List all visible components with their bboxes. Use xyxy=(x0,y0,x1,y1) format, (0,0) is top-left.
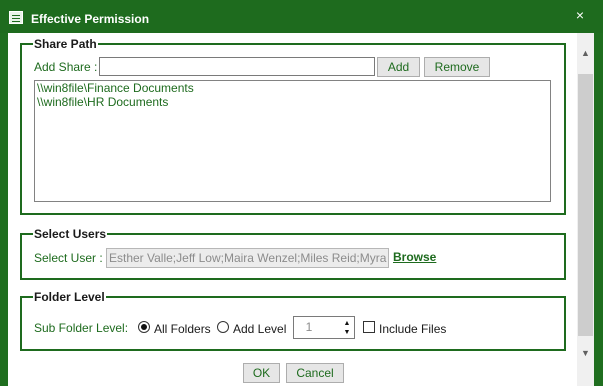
stepper-down-icon[interactable]: ▼ xyxy=(341,328,353,337)
all-folders-label[interactable]: All Folders xyxy=(154,322,211,336)
window-title: Effective Permission xyxy=(31,12,150,26)
remove-button[interactable]: Remove xyxy=(424,57,490,77)
share-path-list[interactable]: \\win8file\Finance Documents \\win8file\… xyxy=(34,80,551,202)
add-share-label: Add Share : xyxy=(34,60,98,74)
ok-button[interactable]: OK xyxy=(243,363,280,383)
include-files-label[interactable]: Include Files xyxy=(379,322,446,336)
all-folders-radio[interactable] xyxy=(138,321,150,333)
stepper-up-icon[interactable]: ▲ xyxy=(341,319,353,328)
users-field: Esther Valle;Jeff Low;Maira Wenzel;Miles… xyxy=(106,248,389,268)
level-stepper[interactable]: 1 ▲ ▼ xyxy=(293,316,355,339)
select-users-legend: Select Users xyxy=(33,227,108,241)
scroll-up-icon[interactable]: ▲ xyxy=(577,45,594,62)
dialog-body: Share Path Add Share : Add Remove \\win8… xyxy=(8,33,594,386)
list-item[interactable]: \\win8file\HR Documents xyxy=(35,95,550,109)
level-value[interactable]: 1 xyxy=(294,317,324,338)
browse-link[interactable]: Browse xyxy=(393,250,436,264)
app-form-icon xyxy=(9,11,23,24)
add-level-radio[interactable] xyxy=(217,321,229,333)
vertical-scrollbar[interactable]: ▲ ▼ xyxy=(577,33,594,386)
scroll-down-icon[interactable]: ▼ xyxy=(577,345,594,362)
share-path-legend: Share Path xyxy=(33,37,98,51)
cancel-button[interactable]: Cancel xyxy=(286,363,344,383)
sub-folder-level-label: Sub Folder Level: xyxy=(34,321,129,335)
select-user-label: Select User : xyxy=(34,251,103,265)
folder-level-legend: Folder Level xyxy=(33,290,106,304)
include-files-checkbox[interactable] xyxy=(363,321,375,333)
scrollbar-thumb[interactable] xyxy=(578,74,593,336)
close-icon[interactable]: × xyxy=(573,8,587,22)
list-item[interactable]: \\win8file\Finance Documents xyxy=(35,81,550,95)
add-level-label[interactable]: Add Level xyxy=(233,322,286,336)
effective-permission-dialog: Effective Permission × Share Path Add Sh… xyxy=(0,0,603,386)
title-bar[interactable]: Effective Permission × xyxy=(0,0,603,33)
add-share-input[interactable] xyxy=(99,57,375,76)
add-button[interactable]: Add xyxy=(377,57,420,77)
